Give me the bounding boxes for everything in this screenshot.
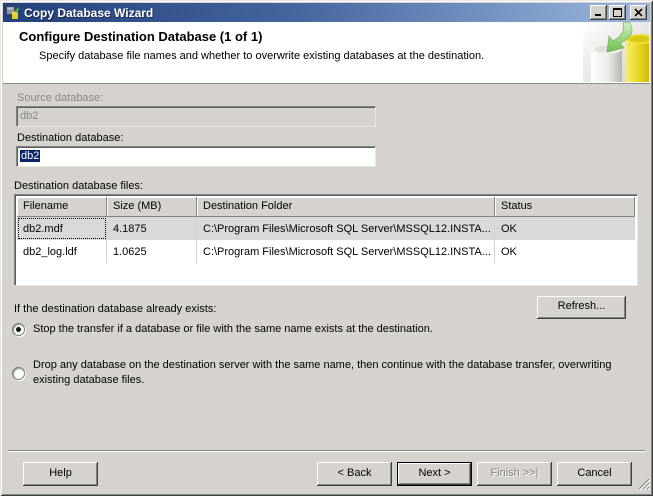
column-header-size[interactable]: Size (MB) (107, 197, 197, 217)
radio-stop-transfer[interactable]: Stop the transfer if a database or file … (12, 322, 627, 337)
radio-drop-database[interactable]: Drop any database on the destination ser… (12, 358, 627, 388)
source-database-field: db2 (16, 106, 376, 127)
cell-status: OK (501, 245, 517, 258)
refresh-button[interactable]: Refresh... (537, 296, 626, 319)
column-header-filename[interactable]: Filename (17, 197, 107, 217)
footer-divider (8, 450, 645, 452)
cell-size: 1.0625 (107, 240, 197, 263)
database-copy-illustration (583, 21, 653, 85)
page-title: Configure Destination Database (1 of 1) (19, 29, 263, 44)
radio-drop-database-label: Drop any database on the destination ser… (33, 359, 612, 386)
maximize-button[interactable] (609, 5, 626, 20)
close-icon (634, 8, 643, 17)
radio-stop-transfer-label: Stop the transfer if a database or file … (33, 323, 433, 335)
exists-label: If the destination database already exis… (14, 303, 217, 315)
back-button[interactable]: < Back (317, 462, 392, 486)
help-button[interactable]: Help (23, 462, 98, 486)
source-database-label: Source database: (17, 92, 104, 104)
cell-destination-folder: C:\Program Files\Microsoft SQL Server\MS… (197, 240, 495, 263)
table-row[interactable]: db2_log.ldf 1.0625 C:\Program Files\Micr… (17, 240, 635, 263)
minimize-icon (595, 14, 601, 16)
table-header-row: Filename Size (MB) Destination Folder St… (17, 197, 635, 217)
cell-filename: db2_log.ldf (17, 240, 107, 263)
radio-button-icon (12, 323, 25, 336)
resize-grip[interactable] (638, 478, 651, 493)
source-database-value: db2 (20, 110, 39, 122)
cell-filename: db2.mdf (17, 217, 107, 240)
maximize-icon (613, 8, 622, 17)
table-row[interactable]: db2.mdf 4.1875 C:\Program Files\Microsof… (17, 217, 635, 240)
radio-button-icon (12, 366, 25, 380)
destination-database-value: db2 (20, 150, 41, 162)
cell-size: 4.1875 (107, 217, 197, 240)
close-button[interactable] (630, 5, 647, 20)
destination-files-label: Destination database files: (14, 180, 144, 192)
destination-database-input[interactable]: db2 (16, 146, 376, 167)
next-button[interactable]: Next > (397, 462, 472, 486)
titlebar[interactable]: Copy Database Wizard (3, 3, 650, 22)
finish-button: Finish >>| (477, 462, 552, 486)
wizard-banner: Configure Destination Database (1 of 1) … (3, 21, 653, 85)
cell-status: OK (501, 222, 517, 235)
minimize-button[interactable] (590, 5, 607, 20)
cancel-button[interactable]: Cancel (557, 462, 632, 486)
page-subtitle: Specify database file names and whether … (39, 50, 485, 62)
column-header-destination-folder[interactable]: Destination Folder (197, 197, 495, 217)
destination-files-table: Filename Size (MB) Destination Folder St… (14, 194, 638, 286)
copy-database-wizard-window: Copy Database Wizard Configure Destinati… (0, 0, 653, 496)
destination-database-label: Destination database: (17, 132, 124, 144)
cell-destination-folder: C:\Program Files\Microsoft SQL Server\MS… (197, 217, 495, 240)
column-header-status[interactable]: Status (495, 197, 635, 217)
app-icon (6, 5, 20, 20)
window-title: Copy Database Wizard (24, 5, 154, 20)
